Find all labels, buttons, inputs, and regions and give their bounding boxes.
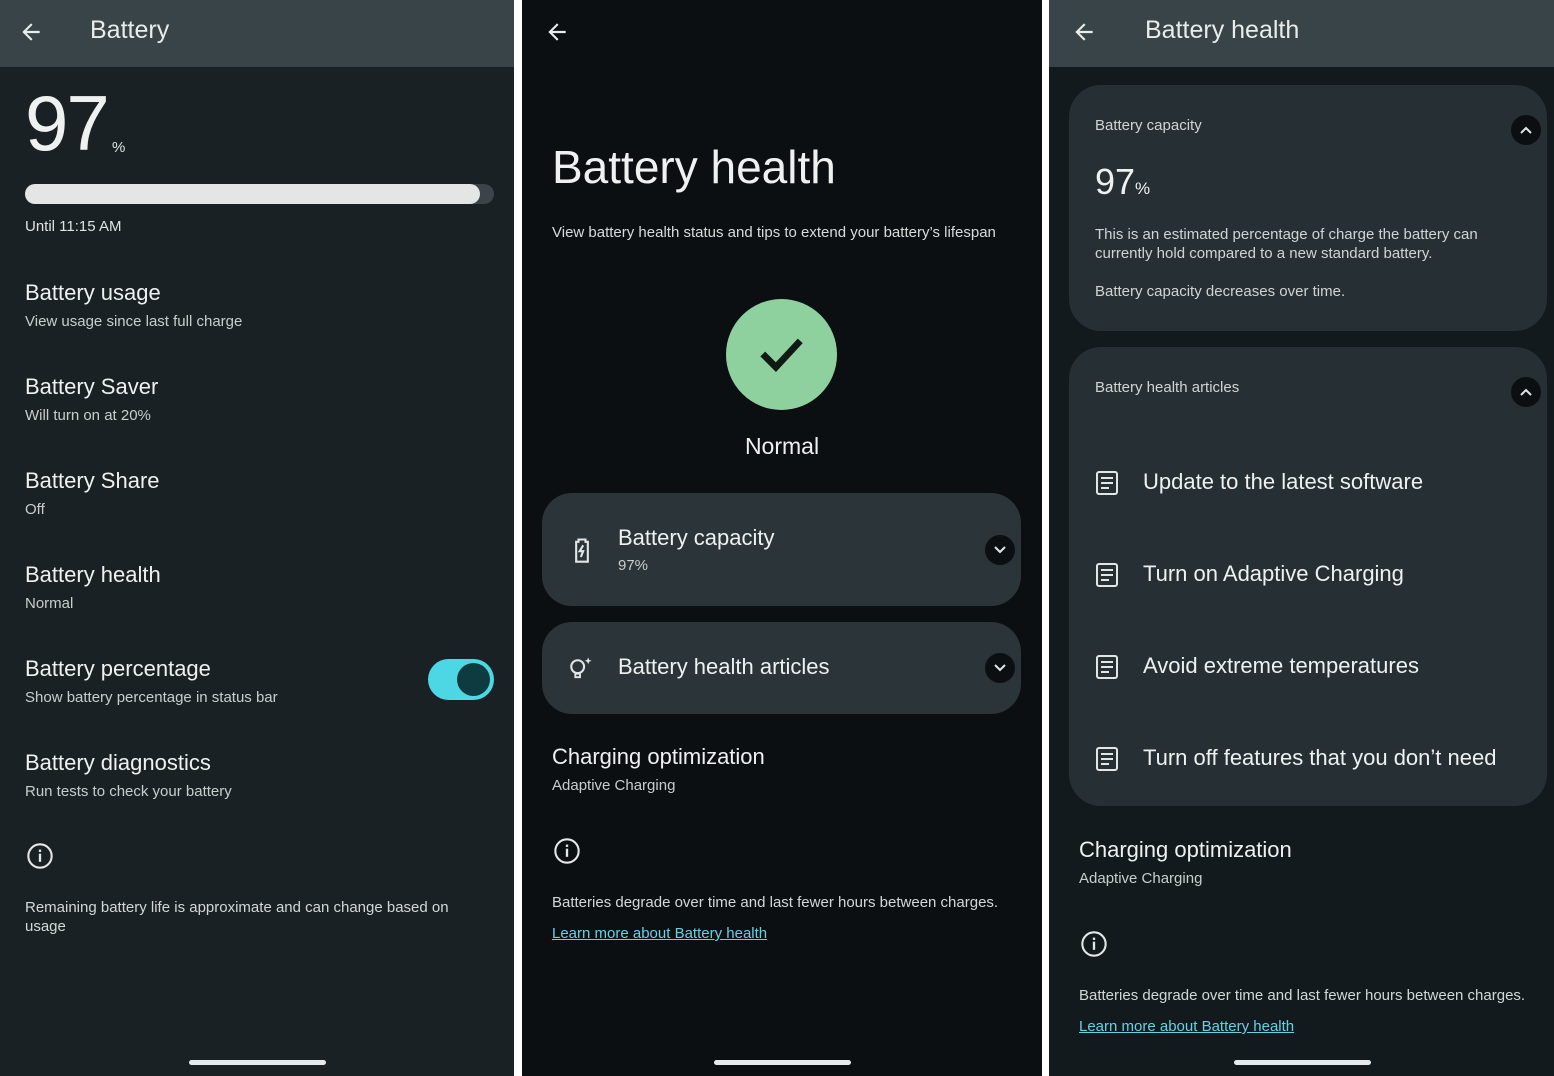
- collapse-button[interactable]: [1511, 377, 1541, 407]
- info-icon: [1081, 931, 1107, 957]
- battery-percent-unit: %: [112, 139, 126, 156]
- item-title: Battery percentage: [25, 656, 211, 681]
- item-subtitle: View usage since last full charge: [25, 313, 243, 330]
- gesture-handle[interactable]: [189, 1060, 326, 1065]
- section-label: Battery health articles: [1095, 379, 1240, 396]
- check-icon: [760, 338, 803, 372]
- article-title: Turn off features that you don’t need: [1143, 745, 1497, 770]
- article-title: Avoid extreme temperatures: [1143, 653, 1419, 678]
- item-subtitle: Show battery percentage in status bar: [25, 689, 278, 706]
- time-remaining: Until 11:15 AM: [25, 218, 122, 235]
- item-subtitle: Adaptive Charging: [552, 777, 676, 794]
- degradation-note: Batteries degrade over time and last few…: [552, 894, 999, 911]
- collapse-button[interactable]: [1511, 115, 1541, 145]
- chevron-down-icon: [994, 664, 1006, 672]
- article-icon: [1096, 655, 1118, 679]
- item-subtitle: Will turn on at 20%: [25, 407, 151, 424]
- item-subtitle: Run tests to check your battery: [25, 783, 232, 800]
- info-icon: [554, 838, 580, 864]
- battery-usage-item[interactable]: Battery usage View usage since last full…: [25, 280, 242, 330]
- page-subtitle: View battery health status and tips to e…: [552, 224, 996, 241]
- back-arrow-icon[interactable]: [18, 19, 44, 45]
- capacity-description: This is an estimated percentage of charg…: [1095, 226, 1478, 262]
- chevron-up-icon: [1520, 388, 1532, 396]
- back-arrow-icon[interactable]: [544, 19, 570, 45]
- card-title: Battery health articles: [618, 654, 830, 679]
- info-icon: [27, 843, 53, 869]
- lightbulb-icon: [570, 657, 592, 679]
- battery-health-item[interactable]: Battery health Normal: [25, 562, 161, 612]
- article-icon: [1096, 747, 1118, 771]
- item-title: Charging optimization: [552, 744, 765, 769]
- article-icon: [1096, 563, 1118, 587]
- charging-optimization-item[interactable]: Charging optimization Adaptive Charging: [552, 744, 765, 794]
- health-status-indicator: [726, 299, 837, 410]
- battery-level-fill: [25, 184, 480, 204]
- top-app-bar: Battery: [0, 0, 514, 67]
- top-app-bar: [522, 0, 1042, 67]
- item-subtitle: Adaptive Charging: [1079, 870, 1203, 887]
- item-title: Battery diagnostics: [25, 750, 211, 775]
- chevron-up-icon: [1520, 126, 1532, 134]
- battery-diagnostics-item[interactable]: Battery diagnostics Run tests to check y…: [25, 750, 232, 800]
- battery-screen: Battery 97 % Until 11:15 AM Battery usag…: [0, 0, 514, 1076]
- article-title: Turn on Adaptive Charging: [1143, 561, 1404, 586]
- battery-health-articles-card[interactable]: Battery health articles: [542, 622, 1021, 714]
- card-title: Battery capacity: [618, 525, 775, 550]
- battery-level-bar: [25, 184, 494, 204]
- gesture-handle[interactable]: [1233, 1060, 1371, 1065]
- battery-health-expanded-screen: Battery health Battery capacity 97% This…: [1049, 0, 1554, 1076]
- top-app-bar: Battery health: [1049, 0, 1554, 67]
- gesture-handle[interactable]: [714, 1060, 851, 1065]
- capacity-note: Battery capacity decreases over time.: [1095, 283, 1346, 300]
- health-status-label: Normal: [744, 433, 820, 459]
- item-title: Charging optimization: [1079, 837, 1292, 862]
- learn-more-link[interactable]: Learn more about Battery health: [1079, 1018, 1294, 1035]
- item-title: Battery Saver: [25, 374, 159, 399]
- battery-capacity-section: Battery capacity 97% This is an estimate…: [1069, 85, 1547, 331]
- learn-more-link[interactable]: Learn more about Battery health: [552, 925, 767, 942]
- article-icon: [1096, 471, 1118, 495]
- expand-button[interactable]: [985, 653, 1015, 683]
- charging-optimization-item[interactable]: Charging optimization Adaptive Charging: [1079, 837, 1292, 887]
- battery-health-screen: Battery health View battery health statu…: [522, 0, 1042, 1076]
- capacity-number: 97: [1095, 161, 1136, 202]
- article-title: Update to the latest software: [1143, 469, 1424, 494]
- battery-life-note: Remaining battery life is approximate an…: [25, 899, 449, 935]
- item-title: Battery health: [25, 562, 161, 587]
- expand-button[interactable]: [985, 535, 1015, 565]
- battery-capacity-card[interactable]: Battery capacity 97%: [542, 493, 1021, 606]
- battery-health-articles-section: Battery health articles Update to the la…: [1069, 347, 1547, 806]
- capacity-value: 97%: [1095, 161, 1150, 203]
- section-label: Battery capacity: [1095, 117, 1202, 134]
- degradation-note: Batteries degrade over time and last few…: [1079, 987, 1526, 1004]
- capacity-unit: %: [1135, 179, 1151, 198]
- page-title: Battery: [90, 16, 170, 44]
- battery-percentage-item[interactable]: Battery percentage Show battery percenta…: [25, 656, 278, 706]
- item-subtitle: Normal: [25, 595, 74, 612]
- chevron-down-icon: [994, 546, 1006, 554]
- toggle-knob: [457, 663, 490, 696]
- battery-percentage-toggle[interactable]: [428, 659, 494, 700]
- page-title: Battery health: [552, 141, 836, 193]
- battery-percent-value: 97: [25, 79, 110, 167]
- card-value: 97%: [618, 557, 649, 574]
- page-title: Battery health: [1145, 16, 1300, 44]
- item-title: Battery Share: [25, 468, 160, 493]
- item-title: Battery usage: [25, 280, 161, 305]
- item-subtitle: Off: [25, 501, 45, 518]
- battery-share-item[interactable]: Battery Share Off: [25, 468, 160, 518]
- battery-charging-icon: [575, 538, 589, 563]
- battery-saver-item[interactable]: Battery Saver Will turn on at 20%: [25, 374, 158, 424]
- back-arrow-icon[interactable]: [1071, 19, 1097, 45]
